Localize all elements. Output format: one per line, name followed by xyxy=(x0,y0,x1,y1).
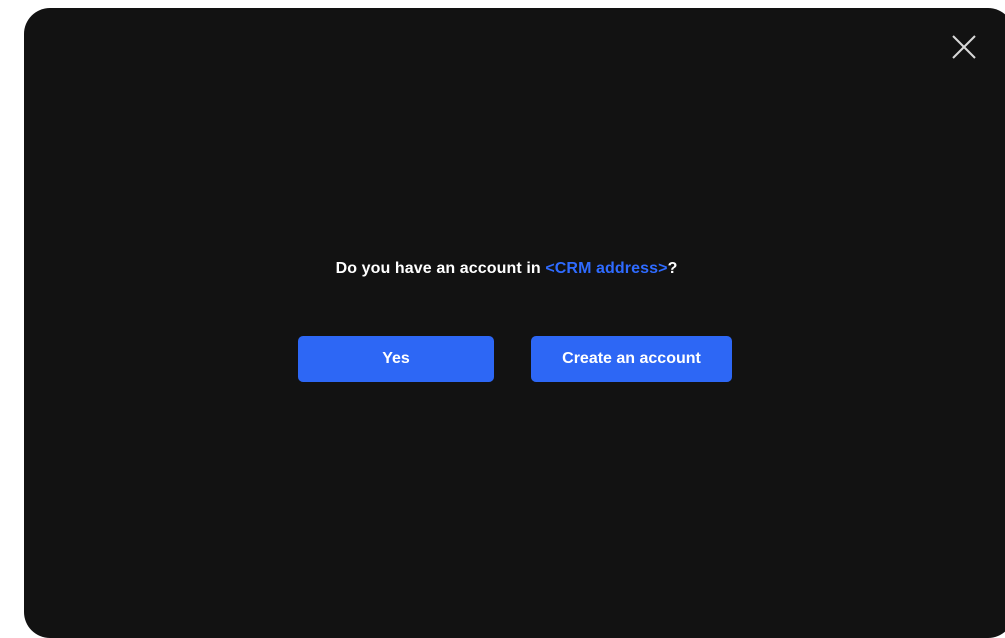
account-question: Do you have an account in <CRM address>? xyxy=(24,260,989,278)
crm-address-link: <CRM address> xyxy=(545,260,668,277)
question-prefix: Do you have an account in xyxy=(335,260,546,277)
create-account-button[interactable]: Create an account xyxy=(531,336,732,382)
question-suffix: ? xyxy=(667,260,678,277)
account-dialog: Do you have an account in <CRM address>?… xyxy=(24,8,1005,638)
close-button[interactable] xyxy=(949,32,979,62)
close-icon xyxy=(952,35,976,59)
yes-button[interactable]: Yes xyxy=(298,336,494,382)
